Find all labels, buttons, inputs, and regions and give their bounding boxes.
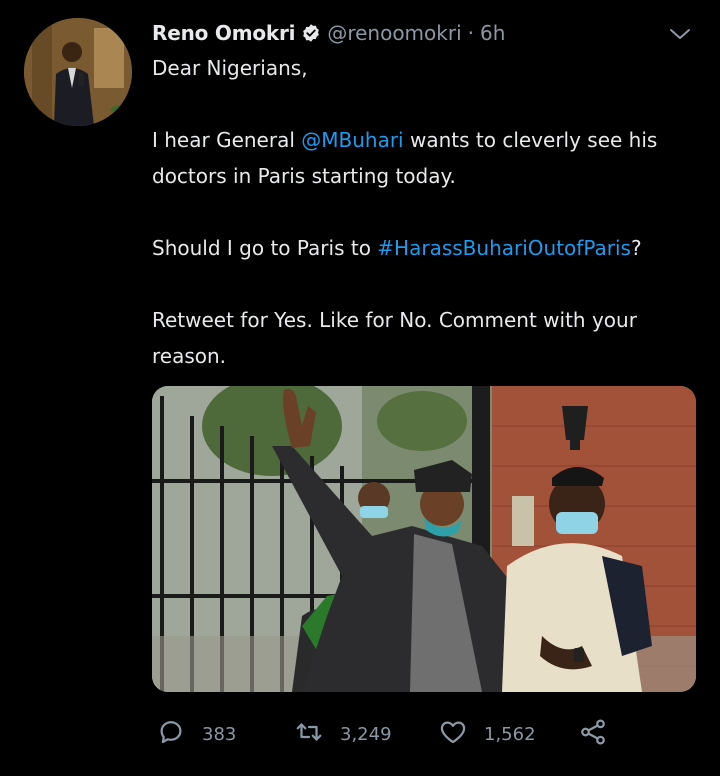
- verified-badge-icon: [301, 23, 321, 43]
- like-count: 1,562: [484, 723, 536, 745]
- tweet-actions-bar: 383 3,249 1,562: [152, 712, 692, 756]
- like-button[interactable]: 1,562: [438, 712, 536, 756]
- tweet-header: Reno Omokri @renoomokri · 6h: [152, 16, 700, 50]
- reply-button[interactable]: 383: [156, 712, 236, 756]
- share-button[interactable]: [578, 712, 608, 756]
- reply-count: 383: [202, 723, 237, 745]
- tweet-timestamp[interactable]: 6h: [480, 21, 505, 45]
- hashtag-link[interactable]: #HarassBuhariOutofParis: [377, 236, 631, 260]
- retweet-icon: [294, 717, 324, 751]
- author-handle[interactable]: @renoomokri: [327, 21, 461, 45]
- tweet-paragraph-3: Should I go to Paris to #HarassBuhariOut…: [152, 230, 692, 266]
- share-icon: [578, 717, 608, 751]
- text-segment: ?: [630, 236, 642, 260]
- heart-icon: [438, 717, 468, 751]
- mention-link[interactable]: @MBuhari: [301, 128, 403, 152]
- tweet-media-photo[interactable]: [152, 386, 696, 692]
- author-avatar[interactable]: [24, 18, 132, 126]
- text-segment: I hear General: [152, 128, 302, 152]
- reply-icon: [156, 717, 186, 751]
- separator-dot: ·: [467, 21, 474, 45]
- retweet-button[interactable]: 3,249: [294, 712, 392, 756]
- tweet-text: Dear Nigerians, I hear General @MBuhari …: [152, 50, 692, 374]
- tweet-line-greeting: Dear Nigerians,: [152, 56, 308, 80]
- tweet-paragraph-2: I hear General @MBuhari wants to cleverl…: [152, 122, 692, 194]
- text-segment: Should I go to Paris to: [152, 236, 378, 260]
- tweet-paragraph-4: Retweet for Yes. Like for No. Comment wi…: [152, 308, 637, 368]
- author-name[interactable]: Reno Omokri: [152, 21, 296, 45]
- chevron-down-icon[interactable]: [668, 22, 692, 46]
- retweet-count: 3,249: [340, 723, 392, 745]
